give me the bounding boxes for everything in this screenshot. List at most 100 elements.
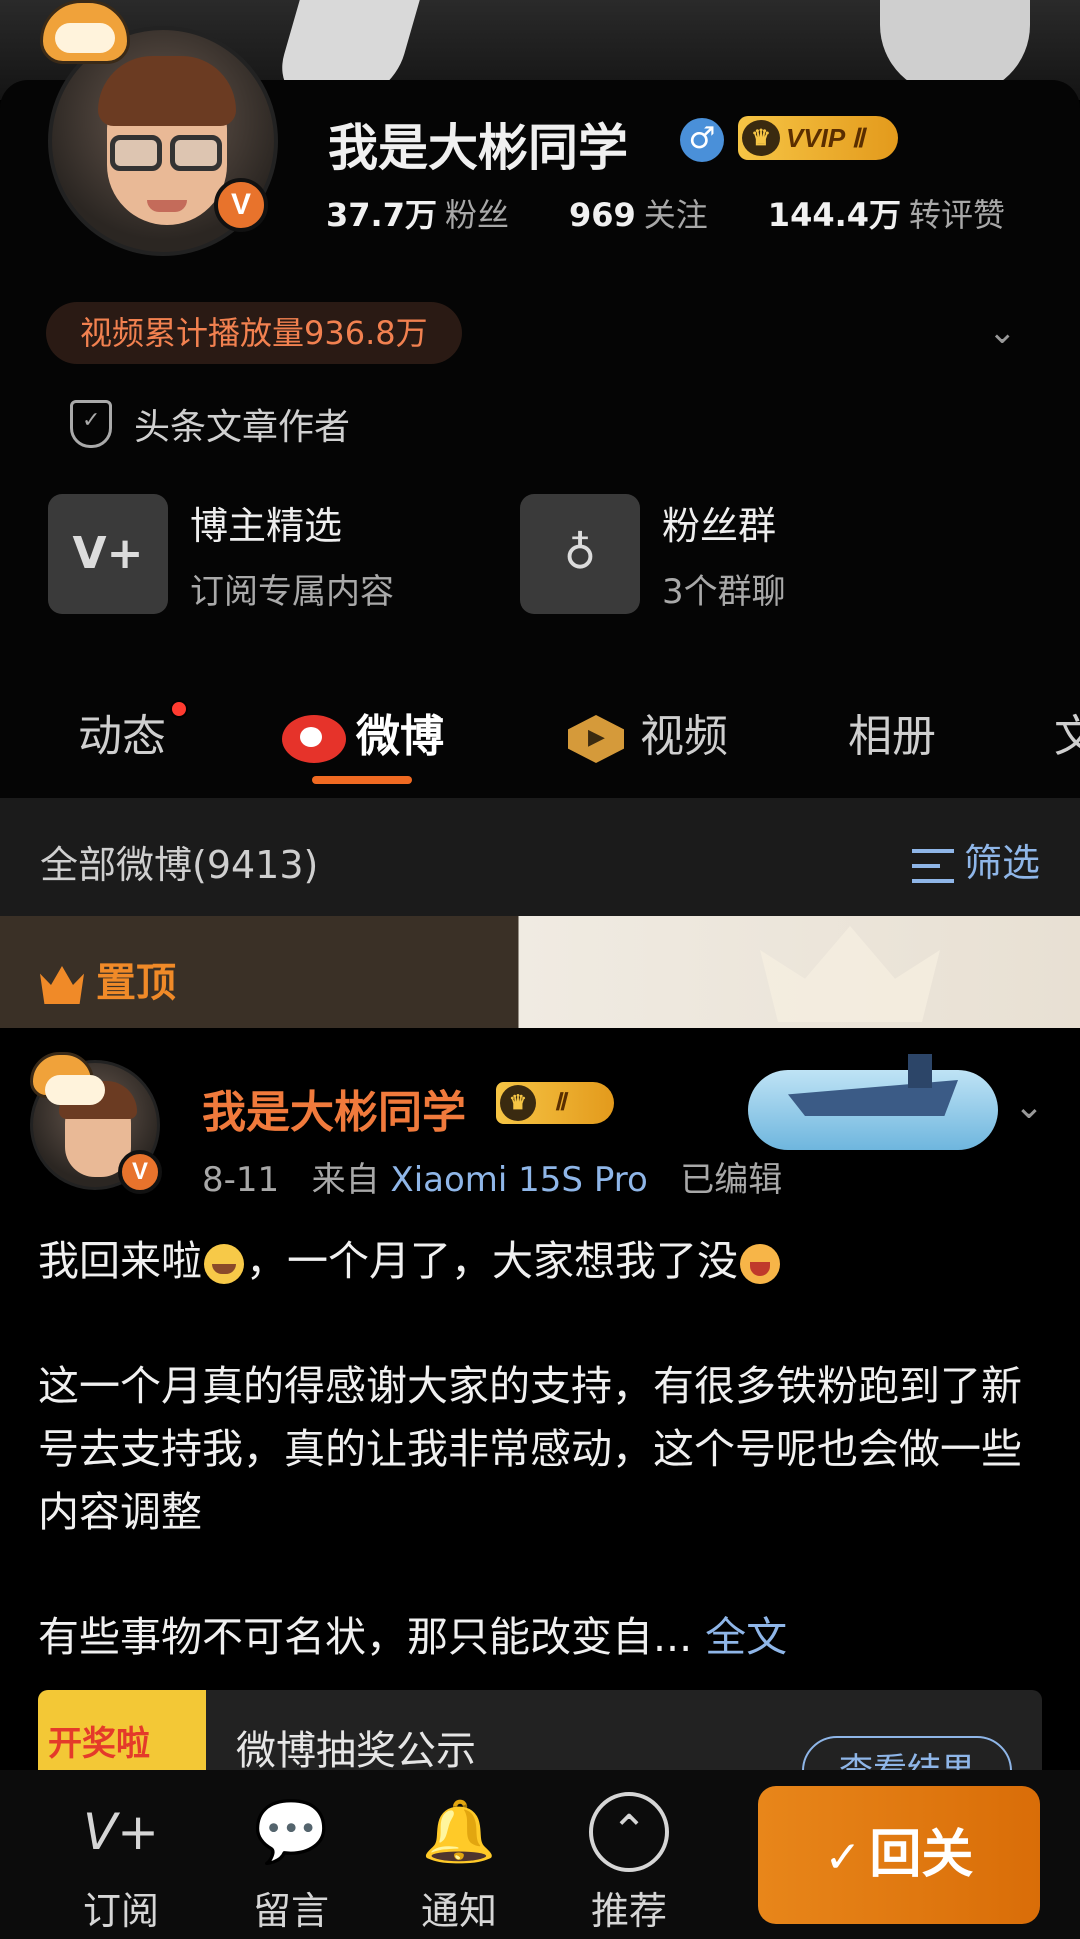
active-tab-indicator: [312, 776, 412, 784]
tab-articles[interactable]: 文: [1054, 700, 1080, 764]
feature-title: 博主精选: [190, 504, 343, 548]
feature-subtitle: 订阅专属内容: [190, 572, 394, 612]
view-result-button[interactable]: 查看结果: [802, 1736, 1012, 1770]
stat-following[interactable]: 969 关注: [569, 190, 708, 236]
cheering-emoji-icon: [740, 1244, 780, 1284]
feature-subtitle: 3个群聊: [662, 572, 786, 612]
stat-label: 转评赞: [909, 196, 1006, 234]
avatar-mouth: [147, 200, 187, 212]
lottery-thumb-text: 开奖啦: [48, 1724, 150, 1764]
profile-tabs: 动态 微博 视频 相册 文: [0, 700, 1080, 800]
post-body[interactable]: 我回来啦 ，一个月了，大家想我了没 这一个月真的得感谢大家的支持，有很多铁粉跑到了…: [38, 1230, 1048, 1669]
pinned-bar: 置顶: [0, 916, 1080, 1028]
stat-label: 粉丝: [444, 196, 509, 234]
verified-badge-icon: V: [118, 1150, 162, 1194]
group-icon: ♁: [520, 494, 640, 614]
filter-bar: 全部微博(9413) 筛选: [0, 798, 1080, 916]
feature-fan-group[interactable]: ♁ 粉丝群 3个群聊: [520, 494, 786, 614]
post-source-label: 来自: [311, 1160, 380, 1200]
tab-album[interactable]: 相册: [848, 700, 936, 764]
glasses-lens: [170, 135, 222, 171]
lottery-title: 微博抽奖公示: [236, 1728, 476, 1770]
stat-followers[interactable]: 37.7万 粉丝: [326, 190, 509, 236]
filter-icon: [911, 848, 954, 883]
lottery-thumbnail: 开奖啦: [38, 1690, 206, 1770]
stat-value: 969: [568, 196, 636, 234]
message-icon: 💬: [253, 1797, 329, 1867]
avatar-hair: [98, 56, 236, 126]
nav-label: 推荐: [590, 1889, 667, 1933]
aircraft-carrier-decoration: [748, 1040, 998, 1150]
profile-name: 我是大彬同学: [328, 119, 628, 177]
full-text-link[interactable]: 全文: [705, 1613, 787, 1661]
tab-label: 微博: [356, 711, 444, 762]
lottery-card[interactable]: 开奖啦 微博抽奖公示 查看结果: [38, 1690, 1042, 1770]
pinned-text: 置顶: [96, 960, 176, 1006]
nav-message[interactable]: 💬 留言: [236, 1792, 346, 1935]
crying-emoji-icon: [204, 1244, 244, 1284]
verified-badge-icon: V: [214, 178, 268, 232]
post-text: ，一个月了，大家想我了没: [246, 1237, 738, 1285]
crown-icon: [40, 966, 84, 1004]
tab-video[interactable]: 视频: [562, 700, 728, 764]
tab-label: 动态: [78, 711, 166, 762]
post-device[interactable]: Xiaomi 15S Pro: [390, 1160, 647, 1200]
tab-label: 视频: [640, 711, 728, 762]
all-posts-count[interactable]: 全部微博(9413): [40, 834, 318, 889]
post-date: 8-11: [202, 1160, 280, 1200]
stat-value: 37.7万: [326, 196, 437, 234]
post-text: 我回来啦: [38, 1237, 202, 1285]
tab-label: 文: [1054, 711, 1080, 762]
video-plays-pill[interactable]: 视频累计播放量936.8万: [46, 302, 462, 364]
post-paragraph: 有些事物不可名状，那只能改变自... 全文: [38, 1606, 1048, 1669]
weibo-logo-icon: [282, 715, 346, 763]
filter-label: 筛选: [963, 841, 1040, 885]
stat-interactions[interactable]: 144.4万 转评赞: [768, 190, 1005, 236]
nav-label: 留言: [252, 1889, 329, 1933]
tab-label: 相册: [848, 711, 936, 762]
vplus-icon: V+: [82, 1803, 160, 1861]
level-badge[interactable]: ♛ Ⅱ: [496, 1082, 614, 1124]
stat-value: 144.4万: [767, 196, 902, 234]
vvip-label: VVIP Ⅱ: [786, 123, 865, 153]
nav-recommend[interactable]: ⌃ 推荐: [574, 1792, 684, 1935]
post-paragraph: 我回来啦 ，一个月了，大家想我了没: [38, 1230, 1048, 1293]
shield-icon: [70, 400, 112, 448]
vvip-badge[interactable]: ♛ VVIP Ⅱ: [738, 116, 898, 160]
post-edited[interactable]: 已编辑: [680, 1160, 782, 1200]
gender-male-icon: ♂: [680, 118, 724, 162]
author-tag[interactable]: 头条文章作者: [70, 398, 350, 450]
bell-icon: 🔔: [421, 1797, 497, 1867]
post-meta: 8-11 来自 Xiaomi 15S Pro 已编辑: [202, 1152, 782, 1201]
author-tag-label: 头条文章作者: [134, 407, 351, 448]
crown-icon: ♛: [500, 1085, 536, 1121]
feature-blogger-selection[interactable]: V+ 博主精选 订阅专属内容: [48, 494, 394, 614]
tab-dynamics[interactable]: 动态: [78, 700, 166, 764]
follow-back-button[interactable]: ✓ 回关: [758, 1786, 1040, 1924]
vplus-icon: V+: [48, 494, 168, 614]
video-play-icon: [562, 715, 630, 763]
ship-tower: [908, 1054, 932, 1088]
nav-subscribe[interactable]: V+ 订阅: [66, 1792, 176, 1935]
post-paragraph: 这一个月真的得感谢大家的支持，有很多铁粉跑到了新号去支持我，真的让我非常感动，这…: [38, 1362, 1022, 1536]
level-label: Ⅱ: [554, 1089, 566, 1116]
crown-watermark-icon: [760, 926, 940, 1022]
post-author-name[interactable]: 我是大彬同学: [202, 1076, 466, 1140]
nav-label: 通知: [420, 1889, 497, 1933]
post-text: 有些事物不可名状，那只能改变自...: [38, 1613, 693, 1661]
crown-icon: ♛: [742, 120, 780, 156]
chevron-down-icon[interactable]: ⌄: [988, 312, 1028, 352]
glasses-lens: [110, 135, 162, 171]
follow-label: 回关: [869, 1825, 974, 1885]
pinned-label: 置顶: [40, 950, 176, 1008]
tab-weibo[interactable]: 微博: [282, 700, 444, 764]
check-icon: ✓: [824, 1832, 862, 1883]
bottom-bar: V+ 订阅 💬 留言 🔔 通知 ⌃ 推荐 ✓ 回关: [0, 1770, 1080, 1939]
profile-stats: 37.7万 粉丝 969 关注 144.4万 转评赞: [326, 190, 1065, 236]
stat-label: 关注: [643, 196, 708, 234]
filter-button[interactable]: 筛选: [911, 832, 1040, 887]
nav-notify[interactable]: 🔔 通知: [404, 1792, 514, 1935]
chevron-up-icon: ⌃: [589, 1792, 669, 1872]
nav-label: 订阅: [82, 1889, 159, 1933]
chevron-down-icon[interactable]: ⌄: [1014, 1086, 1044, 1127]
